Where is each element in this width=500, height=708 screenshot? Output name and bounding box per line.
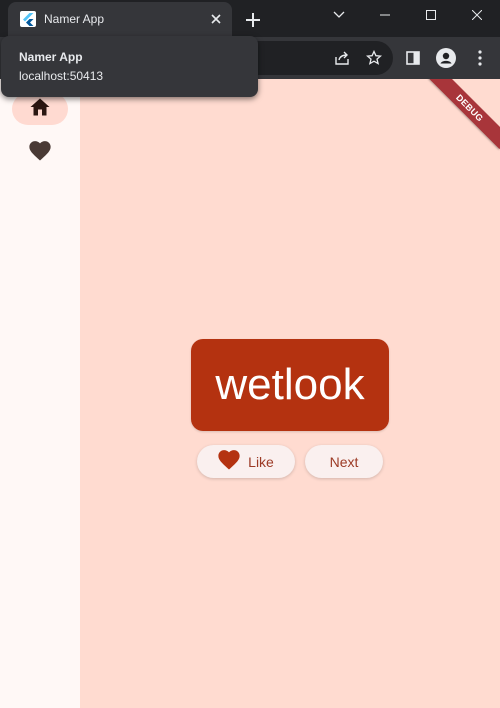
more-vert-icon[interactable] bbox=[468, 46, 492, 70]
tab-namer-app[interactable]: Namer App bbox=[8, 2, 232, 37]
window-close-icon[interactable] bbox=[454, 0, 500, 30]
favorite-icon bbox=[218, 450, 248, 473]
favorite-icon bbox=[29, 140, 51, 166]
tab-hover-card: Namer App localhost:50413 bbox=[1, 36, 258, 97]
tab-title: Namer App bbox=[44, 12, 105, 26]
share-icon[interactable] bbox=[330, 46, 354, 70]
new-tab-button[interactable] bbox=[241, 8, 265, 32]
hover-card-url: localhost:50413 bbox=[19, 69, 104, 83]
close-icon[interactable] bbox=[208, 11, 224, 27]
tab-strip: Namer App bbox=[0, 0, 500, 37]
minimize-icon[interactable] bbox=[362, 0, 408, 30]
rail-item-home[interactable] bbox=[12, 93, 68, 125]
star-icon[interactable] bbox=[362, 46, 386, 70]
next-button-label: Next bbox=[329, 453, 359, 470]
flutter-icon bbox=[20, 11, 36, 27]
maximize-icon[interactable] bbox=[408, 0, 454, 30]
next-button[interactable]: Next bbox=[305, 445, 383, 478]
word-pair-text: wetlook bbox=[215, 360, 365, 409]
flutter-app: wetlook Like Next DEBUG bbox=[0, 79, 500, 708]
hover-card-title: Namer App bbox=[19, 50, 83, 64]
generator-page: wetlook Like Next bbox=[80, 79, 500, 708]
side-panel-icon[interactable] bbox=[401, 46, 425, 70]
profile-icon[interactable] bbox=[434, 46, 458, 70]
browser-window: Namer App wetlook Like Next DEBUG Namer … bbox=[0, 0, 500, 708]
chevron-down-icon[interactable] bbox=[316, 0, 362, 30]
home-icon bbox=[30, 98, 50, 121]
like-button[interactable]: Like bbox=[197, 445, 295, 478]
navigation-rail bbox=[0, 79, 80, 708]
like-button-label: Like bbox=[248, 453, 274, 470]
rail-item-favorites[interactable] bbox=[12, 137, 68, 169]
word-pair-card: wetlook bbox=[191, 339, 389, 431]
